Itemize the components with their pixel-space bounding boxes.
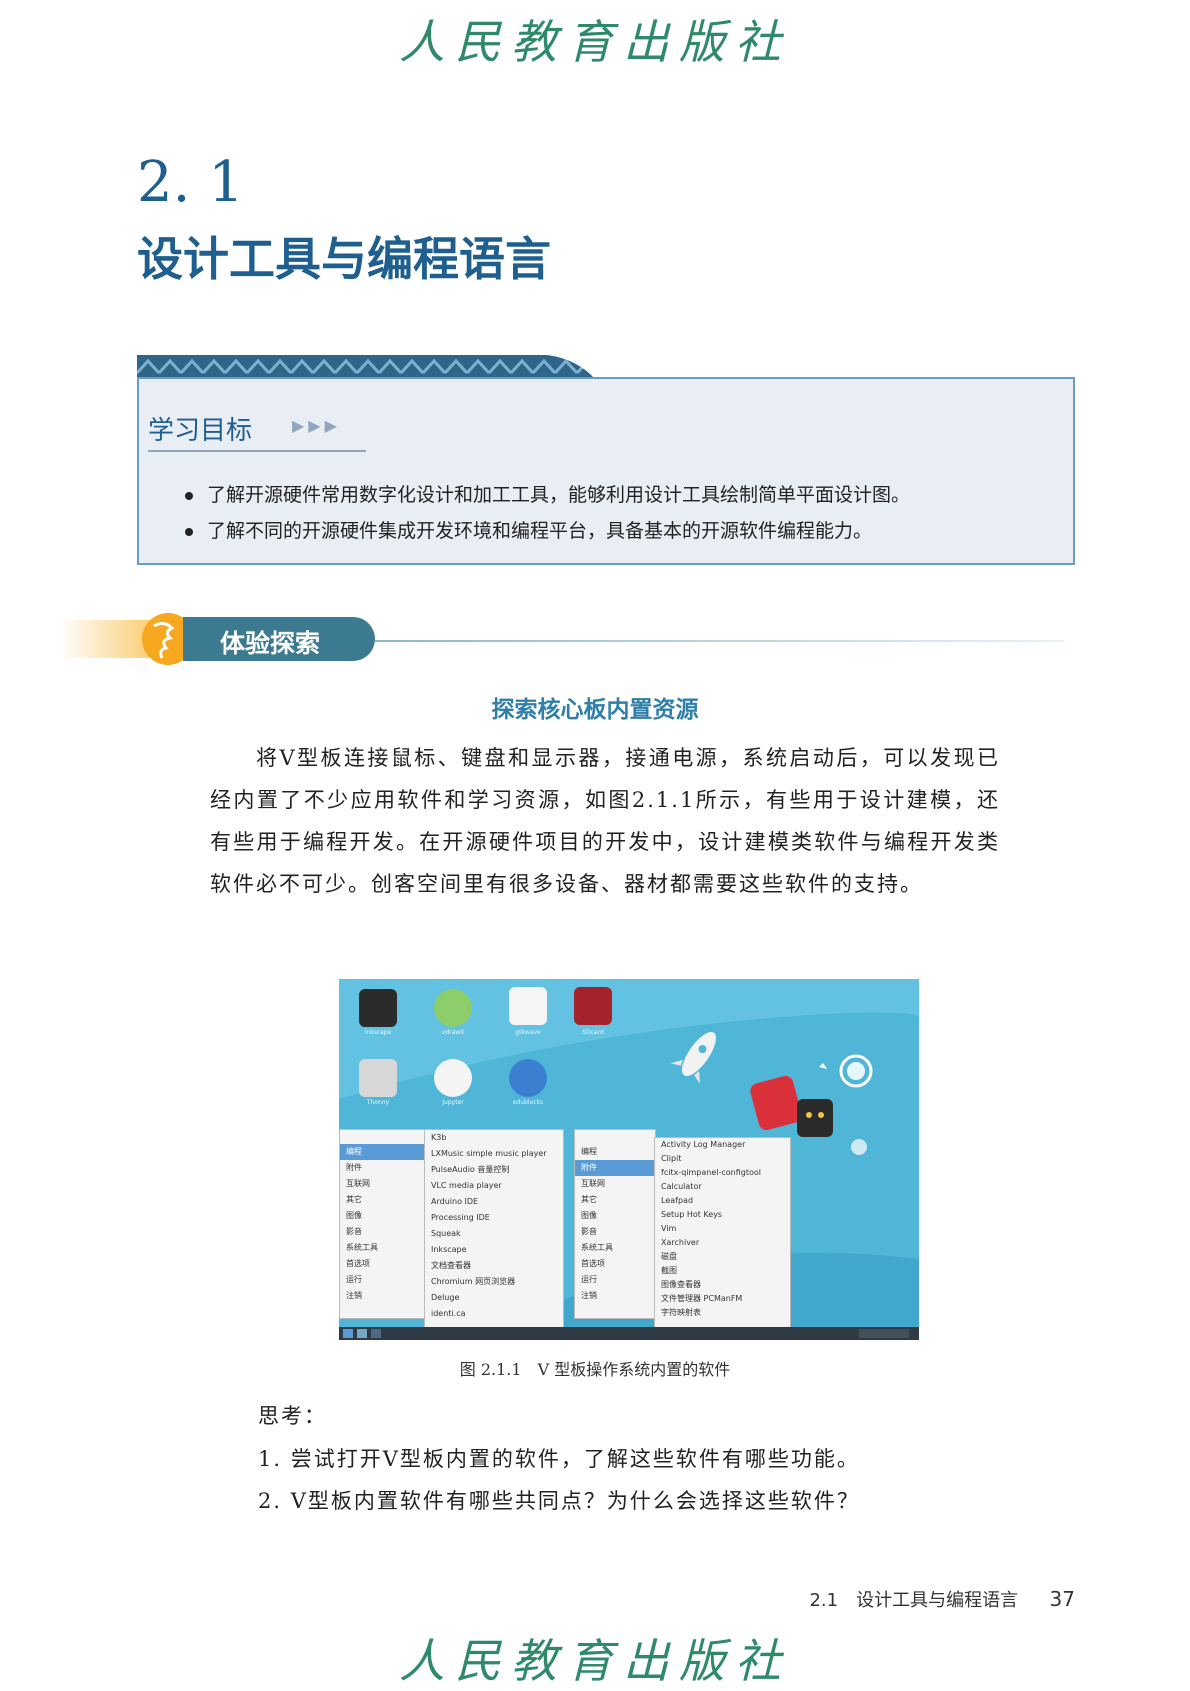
menu-item[interactable]: 注销 (340, 1288, 425, 1304)
menu-item[interactable]: Squeak (425, 1226, 563, 1242)
menu-item[interactable]: 系统工具 (340, 1240, 425, 1256)
menu-item[interactable]: Arduino IDE (425, 1194, 563, 1210)
edublocks-icon[interactable] (509, 1059, 547, 1097)
menu-item[interactable]: 互联网 (340, 1176, 425, 1192)
menu-item[interactable]: 运行 (575, 1272, 655, 1288)
menu-item[interactable]: 首选项 (575, 1256, 655, 1272)
menu-item[interactable]: 编程 (575, 1144, 655, 1160)
think-heading: 思考： (258, 1404, 327, 1428)
start-menu-left: 编程 附件 互联网 其它 图像 影音 系统工具 首选项 运行 注销 (339, 1129, 426, 1319)
menu-item[interactable]: 系统工具 (575, 1240, 655, 1256)
menu-item[interactable]: 字符映射表 (655, 1306, 790, 1320)
menu-item[interactable]: LXMusic simple music player (425, 1146, 563, 1162)
menu-item[interactable]: 附件 (575, 1160, 655, 1176)
menu-item[interactable]: 文档查看器 (425, 1258, 563, 1274)
explore-label: 体验探索 (220, 629, 321, 658)
vdrawit-icon[interactable] (434, 989, 472, 1027)
think-question-2: 2. V型板内置软件有哪些共同点？为什么会选择这些软件？ (258, 1489, 860, 1513)
menu-item[interactable]: 编程 (340, 1144, 425, 1160)
submenu-programming: K3b LXMusic simple music player PulseAud… (424, 1129, 564, 1329)
menu-item[interactable]: Chromium 网页浏览器 (425, 1274, 563, 1290)
explore-line (375, 640, 1065, 642)
menu-item[interactable]: Inkscape (425, 1242, 563, 1258)
menu-item[interactable]: 影音 (340, 1224, 425, 1240)
menu-item[interactable]: Setup Hot Keys (655, 1208, 790, 1222)
desktop-icon-label: gtkwave (515, 1029, 541, 1036)
submenu-accessories: Activity Log Manager Clipit fcitx-qimpan… (654, 1137, 791, 1329)
menu-item[interactable]: 首选项 (340, 1256, 425, 1272)
desktop-icon-label: Inkscape (364, 1029, 392, 1036)
menu-item[interactable]: Processing IDE (425, 1210, 563, 1226)
menu-item[interactable]: K3b (425, 1130, 563, 1146)
menu-item[interactable]: 文件管理器 PCManFM (655, 1292, 790, 1306)
desktop-icon-label: Jupyter (442, 1099, 464, 1106)
menu-item[interactable]: identi.ca (425, 1306, 563, 1322)
menu-item[interactable]: 运行 (340, 1272, 425, 1288)
desktop-icon-label: edublocks (512, 1099, 544, 1106)
menu-item[interactable]: Calculator (655, 1180, 790, 1194)
start-menu-right: 编程 附件 互联网 其它 图像 影音 系统工具 首选项 运行 注销 (574, 1129, 656, 1319)
think-question-1: 1. 尝试打开V型板内置的软件，了解这些软件有哪些功能。 (258, 1447, 860, 1471)
goal-item-1: 了解开源硬件常用数字化设计和加工工具，能够利用设计工具绘制简单平面设计图。 (185, 480, 910, 507)
menu-item[interactable]: 截图 (655, 1264, 790, 1278)
goal-divider (148, 450, 366, 452)
thonny-icon[interactable] (359, 1059, 397, 1097)
menu-item[interactable]: 其它 (575, 1192, 655, 1208)
menu-item[interactable]: PulseAudio 音量控制 (425, 1162, 563, 1178)
section-number: 2. 1 (137, 150, 244, 215)
menu-item[interactable]: 互联网 (575, 1176, 655, 1192)
explore-subtitle: 探索核心板内置资源 (491, 697, 699, 723)
desktop-icon-label: vdrawit (441, 1029, 465, 1036)
menu-item[interactable]: 图像 (340, 1208, 425, 1224)
menu-item[interactable]: 其它 (340, 1192, 425, 1208)
start-menu-icon[interactable] (343, 1329, 353, 1338)
goal-banner-decoration (137, 355, 595, 379)
menu-item[interactable]: Vim (655, 1222, 790, 1236)
figure-caption: 图 2.1.1 V 型板操作系统内置的软件 (459, 1360, 731, 1379)
page-number: 37 (1049, 1587, 1075, 1611)
menu-item[interactable]: 注销 (575, 1288, 655, 1304)
menu-item[interactable]: fcitx-qimpanel-configtool (655, 1166, 790, 1180)
goal-item-2: 了解不同的开源硬件集成开发环境和编程平台，具备基本的开源软件编程能力。 (185, 516, 872, 543)
gtkwave-icon[interactable] (509, 987, 547, 1025)
menu-item[interactable]: 磁盘 (655, 1250, 790, 1264)
jupyter-icon[interactable] (434, 1059, 472, 1097)
footer: 2.1 设计工具与编程语言 37 (809, 1586, 1075, 1612)
taskbar (339, 1327, 919, 1340)
menu-item[interactable]: 附件 (340, 1160, 425, 1176)
explore-paragraph: 将V型板连接鼠标、键盘和显示器，接通电源，系统启动后，可以发现已经内置了不少应用… (210, 746, 1000, 896)
menu-item[interactable]: 图像 (575, 1208, 655, 1224)
publisher-logo-bottom: 人民教育出版社 (399, 1634, 791, 1688)
menu-item[interactable]: Deluge (425, 1290, 563, 1306)
footer-section: 2.1 设计工具与编程语言 (809, 1590, 1019, 1611)
publisher-logo-top: 人民教育出版社 (399, 15, 791, 69)
sdcard-icon[interactable] (574, 987, 612, 1025)
desktop-icon-label: Thonny (366, 1099, 390, 1106)
taskbar-app-icon[interactable] (371, 1329, 381, 1338)
desktop-icon-label: SDcard (582, 1029, 604, 1036)
menu-item[interactable]: Activity Log Manager (655, 1138, 790, 1152)
menu-item[interactable]: 影音 (575, 1224, 655, 1240)
learning-goals-heading: 学习目标 (148, 416, 253, 446)
taskbar-app-icon[interactable] (357, 1329, 367, 1338)
menu-item[interactable]: 图像查看器 (655, 1278, 790, 1292)
goal-arrows-icon: ▶▶▶ (292, 416, 341, 435)
figure-desktop-screenshot: Inkscape vdrawit gtkwave SDcard Thonny J… (339, 979, 919, 1340)
inkscape-icon[interactable] (359, 989, 397, 1027)
menu-item[interactable]: Xarchiver (655, 1236, 790, 1250)
menu-item[interactable]: Clipit (655, 1152, 790, 1166)
section-title: 设计工具与编程语言 (137, 232, 551, 286)
system-tray (859, 1329, 909, 1338)
menu-item[interactable]: Leafpad (655, 1194, 790, 1208)
menu-item[interactable]: VLC media player (425, 1178, 563, 1194)
